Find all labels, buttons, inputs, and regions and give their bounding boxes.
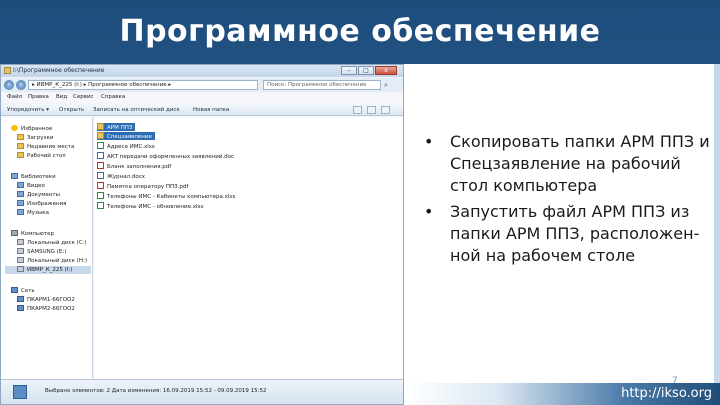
nav-drive-i[interactable]: ИВМР_К_225 (I:) xyxy=(5,266,91,274)
nav-documents[interactable]: Документы xyxy=(17,191,60,199)
nav-network[interactable]: Сеть xyxy=(11,287,35,295)
pdf-file-icon xyxy=(97,162,104,169)
network-icon xyxy=(17,296,24,302)
computer-icon xyxy=(11,230,18,236)
drive-icon xyxy=(17,266,24,272)
folder-icon xyxy=(97,132,104,139)
nav-network-pc2[interactable]: ПКАРМ2-66ГОО2 xyxy=(17,305,75,313)
bullet-list: Скопировать папки АРМ ППЗ и Спецзаявлени… xyxy=(424,131,714,271)
nav-favorites[interactable]: Избранное xyxy=(11,125,52,133)
view-options-icon[interactable] xyxy=(353,106,362,114)
menu-tools[interactable]: Сервис xyxy=(73,94,94,100)
menu-edit[interactable]: Правка xyxy=(28,94,49,100)
panel-edge-strip xyxy=(714,64,720,405)
nav-desktop[interactable]: Рабочий стол xyxy=(17,152,66,160)
nav-music[interactable]: Музыка xyxy=(17,209,49,217)
bullet-item: Скопировать папки АРМ ППЗ и Спецзаявлени… xyxy=(424,131,714,197)
folder-icon xyxy=(17,143,24,149)
forward-arrow-icon[interactable]: › xyxy=(16,80,26,90)
library-icon xyxy=(17,200,24,206)
file-item[interactable]: Адреса ИМС.xlsx xyxy=(97,142,155,150)
file-item[interactable]: Памятка оператору ППЗ.pdf xyxy=(97,182,188,190)
back-arrow-icon[interactable]: ‹ xyxy=(4,80,14,90)
library-icon xyxy=(11,173,18,179)
file-item[interactable]: Спецзаявление xyxy=(97,132,155,140)
nav-pictures[interactable]: Изображения xyxy=(17,200,66,208)
file-item[interactable]: Журнал.docx xyxy=(97,172,145,180)
nav-network-pc1[interactable]: ПКАРМ1-66ГОО2 xyxy=(17,296,75,304)
menu-view[interactable]: Вид xyxy=(56,94,67,100)
nav-drive-h[interactable]: Локальный диск (H:) xyxy=(17,257,87,265)
organize-button[interactable]: Упорядочить ▾ xyxy=(7,107,49,113)
folder-icon xyxy=(4,67,11,74)
file-item[interactable]: Телефоны ИМС - обновление.xlsx xyxy=(97,202,204,210)
nav-recent[interactable]: Недавние места xyxy=(17,143,74,151)
nav-libraries[interactable]: Библиотеки xyxy=(11,173,56,181)
library-icon xyxy=(17,209,24,215)
excel-file-icon xyxy=(97,142,104,149)
excel-file-icon xyxy=(97,192,104,199)
menu-help[interactable]: Справка xyxy=(101,94,125,100)
word-file-icon xyxy=(97,172,104,179)
word-file-icon xyxy=(97,152,104,159)
file-list: АРМ ППЗ Спецзаявление Адреса ИМС.xlsx АК… xyxy=(94,117,403,379)
window-titlebar: I:\Программное обеспечение – □ x xyxy=(1,65,403,77)
command-toolbar: Упорядочить ▾ Открыть Записать на оптиче… xyxy=(1,104,403,116)
library-icon xyxy=(17,182,24,188)
pdf-file-icon xyxy=(97,182,104,189)
page-number: 7 xyxy=(672,376,678,386)
selection-icon xyxy=(13,385,27,399)
window-title: I:\Программное обеспечение xyxy=(13,67,105,74)
excel-file-icon xyxy=(97,202,104,209)
status-text: Выбрано элементов: 2 Дата изменения: 16.… xyxy=(45,388,267,394)
network-icon xyxy=(11,287,18,293)
file-item[interactable]: АРМ ППЗ xyxy=(97,123,136,131)
drive-icon xyxy=(17,257,24,263)
library-icon xyxy=(17,191,24,197)
nav-video[interactable]: Видео xyxy=(17,182,45,190)
folder-icon xyxy=(17,152,24,158)
minimize-button[interactable]: – xyxy=(341,66,357,75)
open-button[interactable]: Открыть xyxy=(59,107,84,113)
status-bar: Выбрано элементов: 2 Дата изменения: 16.… xyxy=(1,379,403,404)
new-folder-button[interactable]: Новая папка xyxy=(193,107,229,113)
nav-drive-e[interactable]: SAMSUNG (E:) xyxy=(17,248,66,256)
nav-computer[interactable]: Компьютер xyxy=(11,230,54,238)
preview-pane-icon[interactable] xyxy=(367,106,376,114)
drive-icon xyxy=(17,239,24,245)
address-bar[interactable]: ▸ ИВМР_К_225 (I:) ▸ Программное обеспече… xyxy=(28,80,258,90)
file-item[interactable]: АКТ передачи оформленных заявлений.doc xyxy=(97,152,234,160)
burn-button[interactable]: Записать на оптический диск xyxy=(93,107,180,113)
bullet-item: Запустить файл АРМ ППЗ из папки АРМ ППЗ,… xyxy=(424,201,714,267)
explorer-window: I:\Программное обеспечение – □ x ‹ › ▸ И… xyxy=(0,64,404,405)
file-item[interactable]: Бланк заполнения.pdf xyxy=(97,162,171,170)
menu-bar: Файл Правка Вид Сервис Справка xyxy=(1,93,403,103)
nav-drive-c[interactable]: Локальный диск (C:) xyxy=(17,239,87,247)
folder-icon xyxy=(97,123,104,130)
slide-title: Программное обеспечение xyxy=(119,14,601,49)
close-button[interactable]: x xyxy=(375,66,397,75)
network-icon xyxy=(17,305,24,311)
footer-url[interactable]: http://ikso.org xyxy=(621,386,712,401)
search-icon[interactable]: ⌕ xyxy=(384,80,394,90)
nav-downloads[interactable]: Загрузки xyxy=(17,134,53,142)
help-icon[interactable] xyxy=(381,106,390,114)
drive-icon xyxy=(17,248,24,254)
file-item[interactable]: Телефоны ИМС - Кабинеты компьютера.xlsx xyxy=(97,192,236,200)
folder-icon xyxy=(17,134,24,140)
star-icon xyxy=(11,125,18,131)
maximize-button[interactable]: □ xyxy=(358,66,374,75)
menu-file[interactable]: Файл xyxy=(7,94,22,100)
navigation-pane: Избранное Загрузки Недавние места Рабочи… xyxy=(1,117,93,379)
address-row: ‹ › ▸ ИВМР_К_225 (I:) ▸ Программное обес… xyxy=(1,78,403,92)
search-input[interactable]: Поиск: Программное обеспечение xyxy=(263,80,381,90)
